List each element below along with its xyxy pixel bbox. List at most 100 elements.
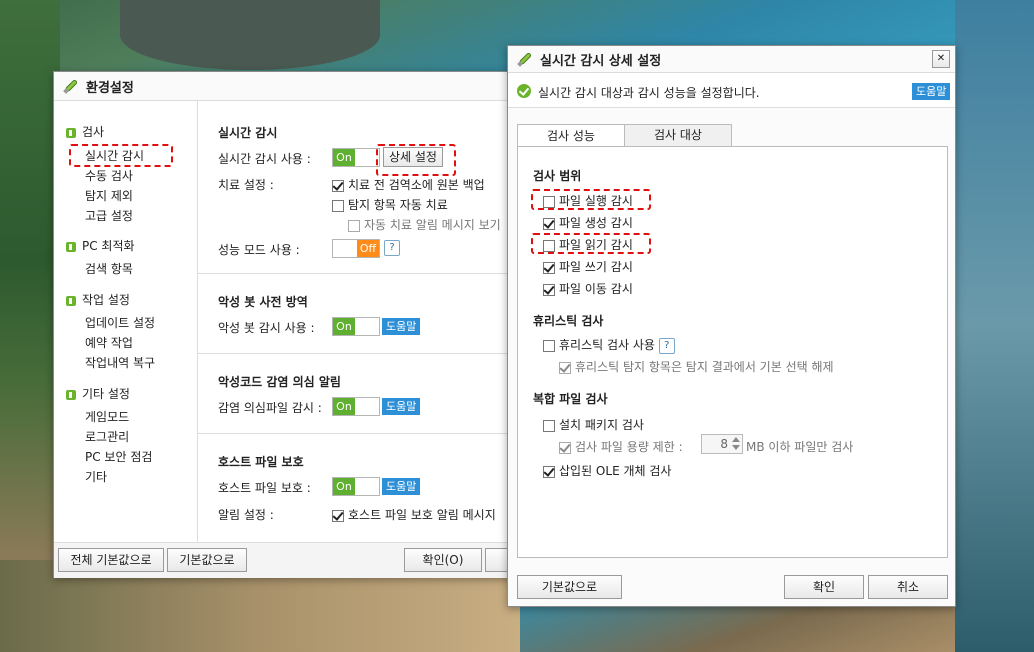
check-icon <box>66 389 76 400</box>
nav-group-etc[interactable]: 기타 설정 <box>66 385 130 402</box>
check-icon <box>66 127 76 138</box>
detail-info-bar: 실시간 감시 대상과 감시 성능을 설정합니다. 도움말 <box>508 73 955 108</box>
infection-label: 감염 의심파일 감시 : <box>218 401 322 415</box>
divider <box>198 273 516 274</box>
host-alert-label: 알림 설정 : <box>218 508 274 522</box>
nav-item-search-items[interactable]: 검색 항목 <box>85 260 133 277</box>
nav-item-advanced[interactable]: 고급 설정 <box>85 207 133 224</box>
highlight-detail-button <box>376 144 456 176</box>
size-limit-option: 검사 파일 용량 제한 : <box>559 438 683 455</box>
infection-toggle[interactable]: On <box>332 397 380 416</box>
settings-sidebar: 검사 실시간 감시 수동 검사 탐지 제외 고급 설정 PC 최적화 검색 항목… <box>54 101 198 542</box>
backup-option[interactable]: 치료 전 검역소에 원본 백업 <box>332 176 485 193</box>
stepper-up-icon[interactable] <box>732 437 740 442</box>
nav-item-log[interactable]: 로그관리 <box>85 428 129 445</box>
size-limit-stepper[interactable]: 8 <box>701 434 743 454</box>
detail-window: 실시간 감시 상세 설정 ✕ 실시간 감시 대상과 감시 성능을 설정합니다. … <box>507 45 956 607</box>
nav-item-schedule[interactable]: 예약 작업 <box>85 334 133 351</box>
tab-scan-target[interactable]: 검사 대상 <box>624 124 732 147</box>
heuristic-option[interactable]: 휴리스틱 검사 사용 ? <box>543 336 675 354</box>
check-icon <box>66 241 76 252</box>
nav-group-scan[interactable]: 검사 <box>66 123 104 140</box>
reset-all-button[interactable]: 전체 기본값으로 <box>58 548 164 572</box>
nav-group-pc-optimize[interactable]: PC 최적화 <box>66 237 135 254</box>
host-section-title: 호스트 파일 보호 <box>218 455 304 469</box>
nav-item-exclusion[interactable]: 탐지 제외 <box>85 187 133 204</box>
detail-help-button[interactable]: 도움말 <box>912 83 951 100</box>
ok-button[interactable]: 확인(O) <box>404 548 482 572</box>
nav-item-history-restore[interactable]: 작업내역 복구 <box>85 354 155 371</box>
host-toggle[interactable]: On <box>332 477 380 496</box>
scan-range-title: 검사 범위 <box>533 169 582 183</box>
nav-item-update[interactable]: 업데이트 설정 <box>85 314 155 331</box>
heuristic-checkbox[interactable] <box>543 339 555 352</box>
host-alert-checkbox[interactable] <box>332 509 344 522</box>
background-rock-right <box>955 0 1034 652</box>
realtime-use-label: 실시간 감시 사용 : <box>218 152 311 166</box>
file-create-checkbox[interactable] <box>543 217 555 230</box>
host-label: 호스트 파일 보호 : <box>218 481 311 495</box>
settings-content: 실시간 감시 실시간 감시 사용 : On 상세 설정 치료 설정 : 치료 전… <box>198 101 516 542</box>
file-write-option[interactable]: 파일 쓰기 감시 <box>543 258 633 275</box>
perf-mode-label: 성능 모드 사용 : <box>218 243 300 257</box>
size-limit-checkbox <box>559 441 571 454</box>
install-package-checkbox[interactable] <box>543 419 555 432</box>
detail-titlebar: 실시간 감시 상세 설정 <box>508 46 955 73</box>
heuristic-help-icon[interactable]: ? <box>658 337 675 354</box>
nav-group-task[interactable]: 작업 설정 <box>66 291 130 308</box>
backup-checkbox[interactable] <box>332 179 344 192</box>
settings-titlebar: 환경설정 <box>54 72 516 101</box>
bot-toggle[interactable]: On <box>332 317 380 336</box>
infection-help-button[interactable]: 도움말 <box>382 398 421 415</box>
treat-label: 치료 설정 : <box>218 178 274 192</box>
install-package-option[interactable]: 설치 패키지 검사 <box>543 416 644 433</box>
auto-alert-option: 자동 치료 알림 메시지 보기 <box>348 216 501 233</box>
perf-mode-toggle[interactable]: Off <box>332 239 380 258</box>
file-write-checkbox[interactable] <box>543 261 555 274</box>
stepper-down-icon[interactable] <box>732 445 740 450</box>
background-rock <box>120 0 380 70</box>
ole-option[interactable]: 삽입된 OLE 개체 검사 <box>543 462 671 479</box>
highlight-file-read <box>531 233 651 254</box>
highlight-realtime-nav <box>69 144 173 167</box>
detail-cancel-button[interactable]: 취소 <box>868 575 948 599</box>
close-icon: ✕ <box>936 53 946 64</box>
ole-checkbox[interactable] <box>543 465 555 478</box>
realtime-toggle[interactable]: On <box>332 148 380 167</box>
highlight-file-exec <box>531 189 651 210</box>
nav-item-etc[interactable]: 기타 <box>85 468 107 485</box>
host-alert-option[interactable]: 호스트 파일 보호 알림 메시지 <box>332 506 496 523</box>
auto-treat-checkbox[interactable] <box>332 199 344 212</box>
pen-icon <box>517 52 532 67</box>
file-move-option[interactable]: 파일 이동 감시 <box>543 280 633 297</box>
heuristic-title: 휴리스틱 검사 <box>533 314 604 328</box>
file-create-option[interactable]: 파일 생성 감시 <box>543 214 633 231</box>
detail-title: 실시간 감시 상세 설정 <box>540 53 662 69</box>
file-move-checkbox[interactable] <box>543 283 555 296</box>
tab-scan-performance[interactable]: 검사 성능 <box>517 124 625 147</box>
nav-item-game-mode[interactable]: 게임모드 <box>85 408 129 425</box>
pen-icon <box>63 79 78 94</box>
compound-title: 복합 파일 검사 <box>533 392 608 406</box>
close-button[interactable]: ✕ <box>932 50 950 68</box>
infection-section-title: 악성코드 감염 의심 알림 <box>218 375 341 389</box>
nav-item-pc-check[interactable]: PC 보안 점검 <box>85 448 152 465</box>
settings-title: 환경설정 <box>86 80 134 96</box>
size-limit-value: 8 <box>720 437 728 451</box>
heuristic-sub-option: 휴리스틱 탐지 항목은 탐지 결과에서 기본 선택 해제 <box>559 358 834 375</box>
divider <box>198 353 516 354</box>
auto-treat-option[interactable]: 탐지 항목 자동 치료 <box>332 196 448 213</box>
bot-help-button[interactable]: 도움말 <box>382 318 421 335</box>
host-help-button[interactable]: 도움말 <box>382 478 421 495</box>
bot-label: 악성 봇 감시 사용 : <box>218 321 315 335</box>
perf-help-icon[interactable]: ? <box>384 240 400 256</box>
divider <box>198 433 516 434</box>
reset-button[interactable]: 기본값으로 <box>167 548 247 572</box>
realtime-section-title: 실시간 감시 <box>218 126 278 140</box>
bot-section-title: 악성 봇 사전 방역 <box>218 295 308 309</box>
nav-item-manual-scan[interactable]: 수동 검사 <box>85 167 133 184</box>
auto-alert-checkbox <box>348 219 360 232</box>
check-icon <box>66 295 76 306</box>
detail-ok-button[interactable]: 확인 <box>784 575 864 599</box>
detail-reset-button[interactable]: 기본값으로 <box>517 575 622 599</box>
